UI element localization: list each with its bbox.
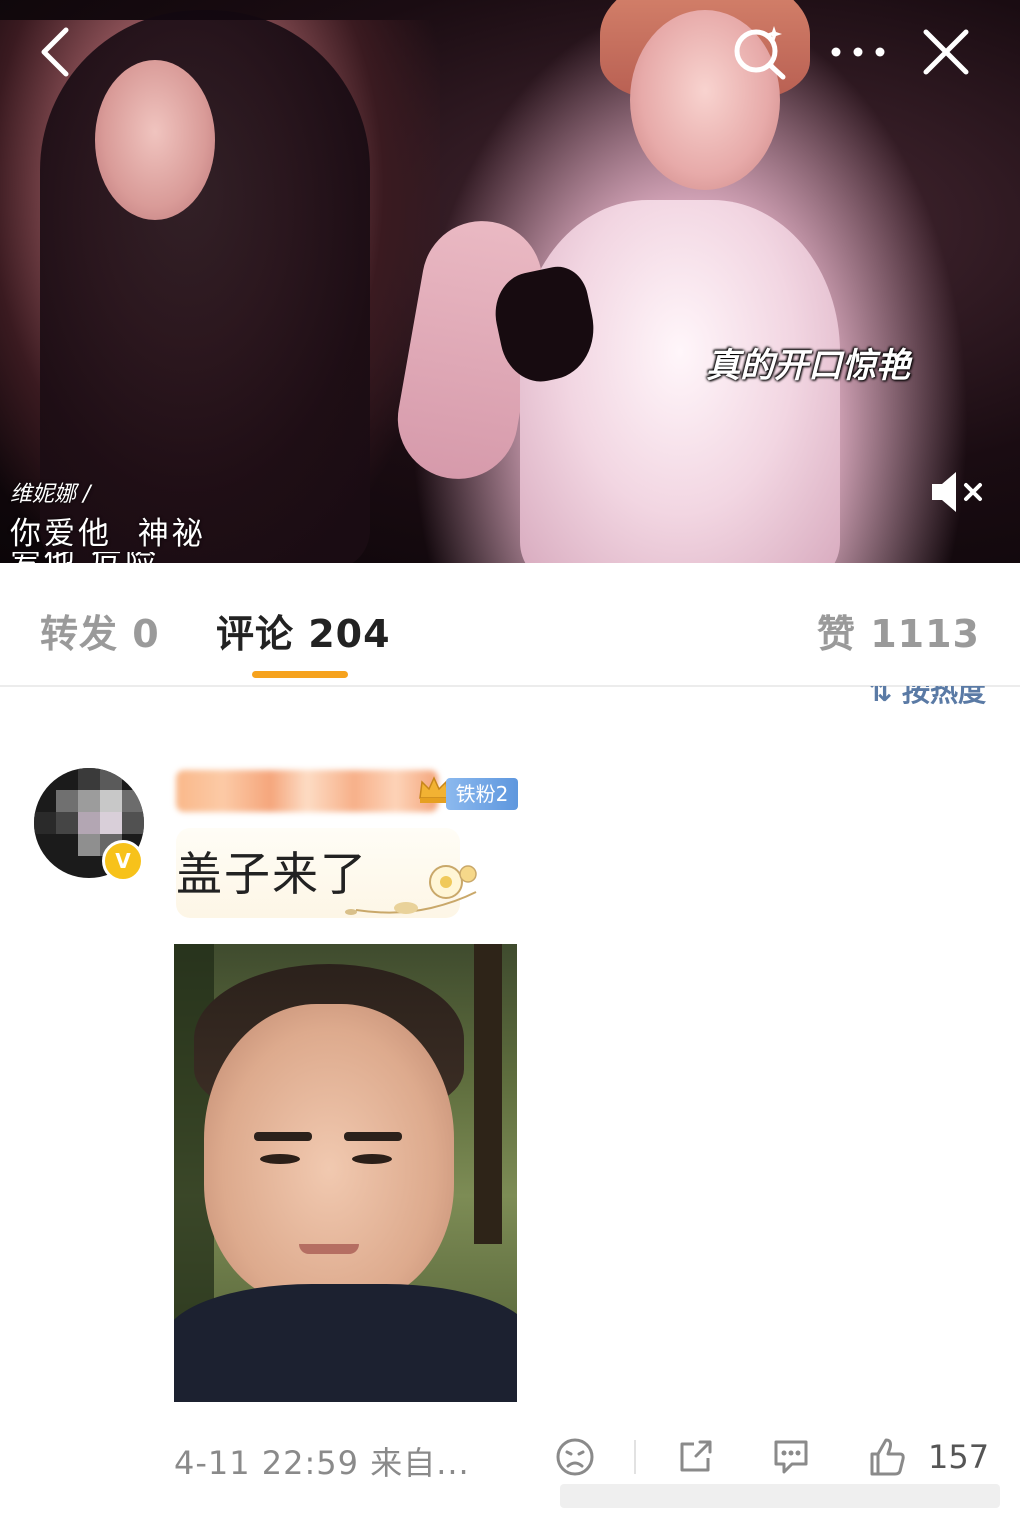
video-player[interactable]: 真的开口惊艳 维妮娜 / 你爱他 神祕 爱他 危险: [0, 0, 1020, 563]
flower-decoration-icon: [336, 852, 486, 924]
close-icon[interactable]: [916, 22, 976, 82]
footer-divider: [634, 1440, 636, 1474]
performer-left-face: [95, 60, 215, 220]
tab-bar: 转发 0 评论 204 赞 1113: [0, 563, 1020, 687]
tab-comments[interactable]: 评论 204: [216, 603, 391, 658]
sort-label: 按热度: [901, 686, 986, 706]
tab-likes[interactable]: 赞 1113: [817, 603, 980, 658]
mute-icon[interactable]: [928, 468, 988, 516]
watermark-bar: [560, 1484, 1000, 1508]
dislike-face-icon[interactable]: [554, 1436, 596, 1478]
comment-meta: 4-11 22:59 来自...: [174, 1444, 470, 1482]
back-icon[interactable]: [28, 22, 88, 82]
reply-icon[interactable]: [770, 1436, 812, 1478]
tab-reposts[interactable]: 转发 0: [40, 603, 160, 658]
more-icon[interactable]: [828, 22, 888, 82]
verified-badge-icon: V: [102, 840, 144, 882]
lyric-line-2: 爱他 危险: [10, 552, 230, 563]
lyric-line-1: 你爱他 神祕: [10, 516, 206, 552]
like-count: 157: [928, 1438, 990, 1476]
username-blurred[interactable]: [176, 770, 438, 812]
sort-by-hot-button[interactable]: ⇅ 按热度: [869, 686, 986, 706]
singer-label: 维妮娜 /: [10, 482, 91, 507]
video-subtitle: 真的开口惊艳: [706, 346, 910, 386]
fan-level-badge[interactable]: 铁粉2: [446, 778, 518, 810]
tab-active-indicator: [252, 671, 348, 678]
like-icon[interactable]: [866, 1436, 908, 1478]
search-spark-icon[interactable]: [728, 20, 788, 80]
sort-icon: ⇅: [868, 686, 902, 706]
share-icon[interactable]: [674, 1436, 716, 1478]
comment-image[interactable]: [174, 944, 517, 1402]
